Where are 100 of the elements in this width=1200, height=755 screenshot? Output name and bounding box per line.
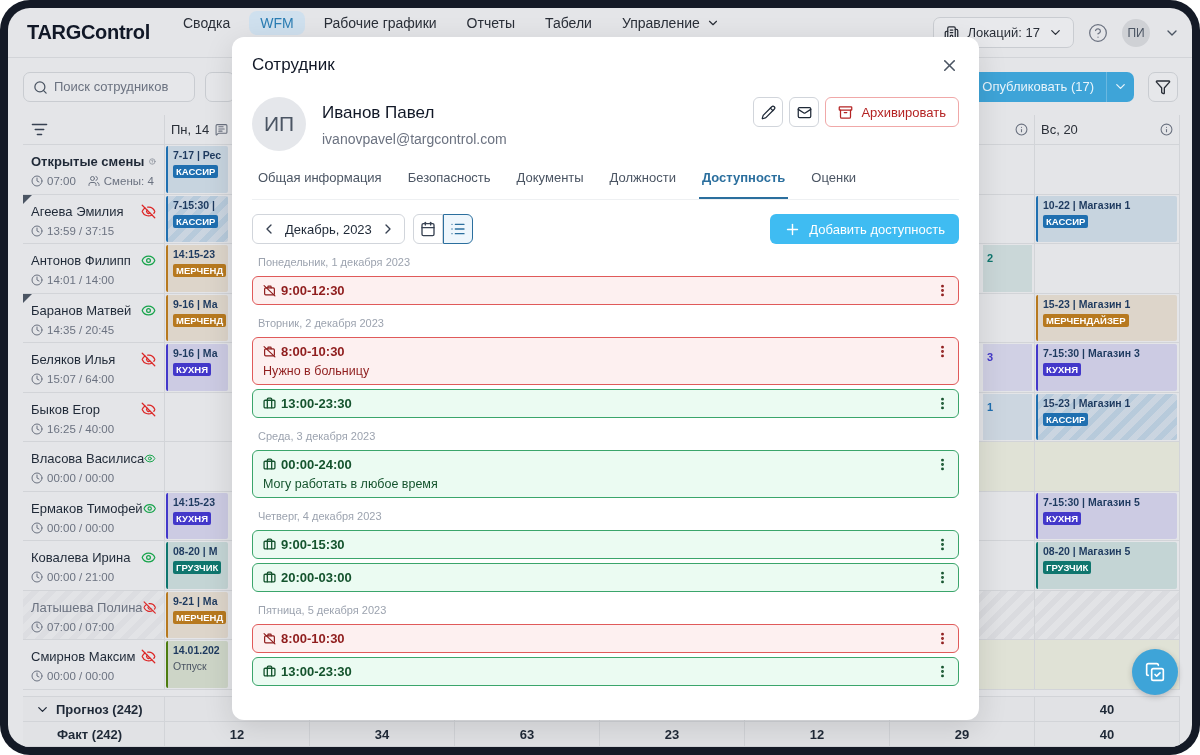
employee-name[interactable]: Ермаков Тимофей (31, 500, 143, 516)
filter-button[interactable] (1148, 71, 1178, 102)
shift-card[interactable]: 14:15-23 МЕРЧЕНД (166, 245, 228, 292)
tab[interactable]: Оценки (808, 165, 860, 199)
nav-tab[interactable]: Рабочие графики (312, 11, 448, 35)
role-tag: КУХНЯ (173, 363, 211, 376)
shift-time: 3 (987, 351, 994, 363)
slot-time: 00:00-24:00 (281, 457, 352, 472)
tab[interactable]: Документы (513, 165, 587, 199)
eye-off-icon[interactable] (141, 203, 156, 219)
briefcase-off-icon (263, 632, 276, 645)
role-tag: КУХНЯ (1043, 363, 1081, 376)
available-slot[interactable]: 00:00-24:00 Могу работать в любое время (252, 450, 959, 498)
shift-time: 1 (987, 400, 994, 413)
absence-card[interactable]: 14.01.202 Отпуск (166, 641, 228, 688)
eye-off-icon[interactable] (141, 352, 156, 367)
shift-time: 7-15:30 | (173, 198, 216, 211)
hours-text: 15:07 / 64:00 (47, 373, 115, 385)
eye-icon[interactable] (141, 302, 156, 318)
unavailable-slot[interactable]: 9:00-12:30 (252, 276, 959, 305)
tab[interactable]: Должности (606, 165, 679, 199)
shift-card[interactable]: 10-22 | Магазин 1 КАССИР (1036, 195, 1177, 242)
shift-card[interactable]: 7-15:30 | Магазин 5 КУХНЯ (1036, 492, 1177, 539)
slot-time: 20:00-03:00 (281, 570, 352, 585)
shift-card[interactable]: 15-23 | Магазин 1 КАССИР (1036, 393, 1177, 440)
shift-card[interactable]: 9-16 | Ма КУХНЯ (166, 344, 228, 391)
shift-card[interactable]: 9-21 | Ма МЕРЧЕНД (166, 591, 228, 638)
clock-icon (31, 323, 43, 336)
pencil-icon (760, 104, 776, 120)
employee-name[interactable]: Власова Василиса (31, 451, 145, 466)
app-logo: TARGControl (27, 21, 150, 44)
employee-name[interactable]: Ковалева Ирина (31, 550, 131, 565)
mail-icon (796, 104, 812, 120)
shift-card[interactable]: 2 (983, 245, 1032, 292)
fact-label: Факт (242) (57, 726, 123, 742)
shift-time: 9-16 | Ма (173, 347, 218, 359)
eye-off-icon[interactable] (141, 401, 156, 417)
shift-card[interactable]: 7-15:30 | Магазин 3 КУХНЯ (1036, 344, 1177, 391)
eye-off-icon[interactable] (142, 599, 156, 615)
list-view-button[interactable] (442, 214, 473, 244)
nav-tab[interactable]: Сводка (172, 11, 242, 35)
eye-off-icon[interactable] (141, 649, 156, 664)
slot-time: 13:00-23:30 (281, 396, 352, 411)
sort-icon[interactable] (31, 121, 48, 138)
edit-button[interactable] (753, 97, 784, 127)
employee-avatar: ИП (252, 97, 306, 151)
hours-text: 14:01 / 14:00 (47, 274, 115, 286)
tab[interactable]: Доступность (698, 165, 789, 199)
calendar-view-button[interactable] (412, 214, 443, 244)
archive-button[interactable]: Архивировать (825, 97, 959, 127)
shift-card[interactable]: 7-17 | Рес КАССИР (166, 146, 228, 193)
tab[interactable]: Безопасность (404, 165, 494, 199)
employee-name[interactable]: Антонов Филипп (31, 253, 131, 268)
briefcase-off-icon (263, 284, 276, 297)
shift-card[interactable]: 9-16 | Ма МЕРЧЕНД (166, 294, 228, 341)
available-slot[interactable]: 20:00-03:00 (252, 563, 959, 592)
available-slot[interactable]: 13:00-23:30 (252, 657, 959, 686)
hours-text: 07:00 / 07:00 (47, 620, 115, 633)
eye-icon[interactable] (141, 550, 156, 565)
role-tag: МЕРЧЕНД (173, 264, 227, 277)
mail-button[interactable] (789, 97, 820, 127)
employee-name[interactable]: Быков Егор (31, 401, 101, 417)
employee-name[interactable]: Беляков Илья (31, 352, 116, 367)
employee-name[interactable]: Баранов Матвей (31, 302, 132, 318)
list-icon (449, 221, 466, 237)
role-tag: МЕРЧЕНД (173, 610, 227, 624)
shift-time: 14:15-23 (173, 248, 216, 260)
shift-card[interactable]: 3 (983, 344, 1032, 391)
employee-name[interactable]: Агеева Эмилия (31, 203, 124, 219)
shift-card[interactable]: 08-20 | Магазин 5 ГРУЗЧИК (1036, 542, 1177, 589)
date-heading: Среда, 3 декабря 2023 (257, 429, 377, 444)
role-tag: КУХНЯ (173, 511, 211, 525)
tab[interactable]: Общая информация (255, 165, 385, 199)
help-icon[interactable] (1088, 22, 1108, 43)
fact-value: 40 (1035, 722, 1180, 747)
shift-card[interactable]: 14:15-23 КУХНЯ (166, 492, 228, 539)
employee-name[interactable]: Латышева Полина (31, 599, 143, 615)
employee-name[interactable]: Смирнов Максим (31, 649, 136, 664)
dialog-title: Сотрудник (252, 55, 335, 75)
role-tag: КАССИР (173, 214, 219, 228)
available-slot[interactable]: 9:00-15:30 (252, 530, 959, 559)
eye-icon[interactable] (141, 253, 156, 268)
shift-card[interactable]: 08-20 | М ГРУЗЧИК (166, 542, 228, 589)
available-slot[interactable]: 13:00-23:30 (252, 389, 959, 418)
briefcase-icon (263, 538, 276, 551)
fact-value: 29 (890, 722, 1035, 747)
unavailable-slot[interactable]: 8:00-10:30 (252, 624, 959, 653)
search-field[interactable]: Поиск сотрудников (23, 71, 195, 102)
user-avatar[interactable]: ПИ (1122, 18, 1150, 47)
nav-tab[interactable]: Управление (610, 11, 731, 35)
nav-tab[interactable]: Отчеты (455, 11, 526, 35)
shift-time: 14:15-23 (173, 495, 216, 508)
unavailable-slot[interactable]: 8:00-10:30 Нужно в больницу (252, 337, 959, 385)
shift-card[interactable]: 1 (983, 393, 1032, 440)
shift-time: 08-20 | М (173, 545, 218, 557)
building-icon (944, 25, 960, 40)
shift-card[interactable]: 15-23 | Магазин 1 МЕРЧЕНДАЙЗЕР (1036, 294, 1177, 341)
shift-card[interactable]: 7-15:30 | КАССИР (166, 195, 228, 242)
eye-icon[interactable] (144, 451, 156, 466)
nav-tab[interactable]: Табели (534, 11, 603, 35)
